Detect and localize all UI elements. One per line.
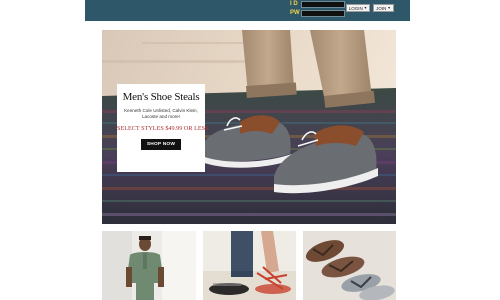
man-in-green-shirt-photo	[102, 231, 196, 300]
flip-flops-photo	[303, 231, 396, 300]
thumbnail-sandals[interactable]	[303, 231, 396, 300]
login-button[interactable]: LOGIN ▼	[346, 4, 370, 12]
id-label: I D	[290, 1, 298, 7]
chevron-down-icon: ▼	[363, 6, 368, 10]
login-label: LOGIN	[348, 5, 363, 11]
promo-card: Men's Shoe Steals Kenneth Cole Unlisted,…	[117, 84, 209, 172]
join-label: JOIN	[376, 5, 387, 11]
thumbnail-men[interactable]	[102, 231, 196, 300]
hero-banner[interactable]: Men's Shoe Steals Kenneth Cole Unlisted,…	[102, 30, 396, 224]
thumbnail-women[interactable]	[203, 231, 296, 300]
pw-label: PW	[290, 10, 300, 16]
promo-subtitle: Kenneth Cole Unlisted, Calvin Klein, Lac…	[124, 108, 198, 119]
promo-price: SELECT STYLES $49.99 OR LESS	[117, 125, 209, 132]
womens-flat-sandals-photo	[203, 231, 296, 300]
login-area: I D PW LOGIN ▼ JOIN ▼	[288, 0, 398, 21]
id-input[interactable]	[301, 1, 345, 8]
promo-title: Men's Shoe Steals	[122, 91, 200, 103]
password-input[interactable]	[301, 10, 345, 17]
chevron-down-icon: ▼	[387, 6, 391, 10]
shop-now-button[interactable]: SHOP NOW	[140, 139, 182, 150]
join-button[interactable]: JOIN ▼	[373, 4, 394, 12]
